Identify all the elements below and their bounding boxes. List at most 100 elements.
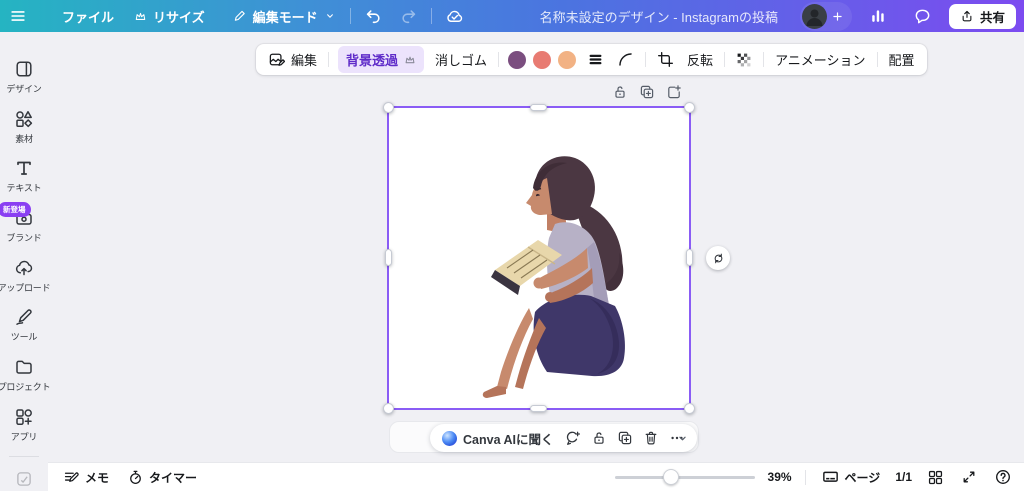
resize-handle-top[interactable] [530, 104, 547, 111]
pen-tool-icon [14, 307, 34, 327]
zoom-slider-track [614, 476, 755, 479]
file-menu-button[interactable]: ファイル [52, 0, 124, 32]
resize-handle-bottom-left[interactable] [383, 403, 394, 414]
selection-quick-actions [612, 84, 682, 100]
crown-icon [404, 54, 416, 66]
undo-button[interactable] [355, 0, 391, 32]
eraser-label: 消しゴム [435, 53, 488, 68]
resize-handle-left[interactable] [385, 249, 392, 266]
plus-icon [831, 10, 844, 23]
fullscreen-button[interactable] [959, 463, 979, 491]
divider [763, 52, 765, 67]
divider [430, 8, 432, 24]
sidebar-item-label: アプリ [10, 431, 38, 442]
duplicate-button-floating[interactable] [617, 430, 633, 446]
sidebar-item-design[interactable]: デザイン [0, 52, 48, 102]
delete-button[interactable] [643, 430, 659, 446]
divider [349, 8, 351, 24]
edit-image-label: 編集 [291, 53, 318, 68]
crop-button[interactable] [655, 47, 676, 72]
folder-icon [14, 357, 34, 377]
grid-view-button[interactable] [925, 463, 946, 491]
sidebar-item-projects[interactable]: プロジェクト [0, 350, 51, 400]
apps-icon [14, 407, 34, 427]
hamburger-menu-button[interactable] [0, 0, 36, 32]
animation-label: アニメーション [775, 53, 866, 68]
help-icon [994, 468, 1012, 486]
canvas-page[interactable] [383, 102, 695, 414]
grid-view-icon [927, 469, 944, 486]
share-button[interactable]: 共有 [948, 3, 1016, 29]
ask-canva-ai-button[interactable]: Canva AIに聞く [442, 429, 554, 448]
color-swatch-purple[interactable] [508, 50, 527, 69]
resize-handle-top-left[interactable] [383, 102, 394, 113]
notes-icon [63, 469, 80, 486]
chevron-down-icon [676, 432, 689, 445]
lock-button[interactable] [612, 84, 628, 100]
sidebar-item-partial[interactable] [0, 466, 48, 491]
notes-button[interactable]: メモ [56, 463, 116, 491]
zoom-slider-knob[interactable] [662, 469, 679, 485]
resize-handle-bottom-right[interactable] [684, 403, 695, 414]
notes-label: メモ [85, 470, 110, 485]
rotate-handle[interactable] [706, 246, 730, 270]
sidebar-item-brand[interactable]: 新登場 ブランド [0, 201, 48, 251]
resize-handle-top-right[interactable] [684, 102, 695, 113]
topbar-right: 名称未設定のデザイン - Instagramの投稿 共有 [540, 0, 1024, 32]
curve-button[interactable] [615, 47, 636, 72]
sidebar-item-elements[interactable]: 素材 [0, 102, 48, 152]
magic-edit-icon [15, 470, 33, 488]
color-swatch-peach[interactable] [558, 50, 577, 69]
help-button[interactable] [992, 463, 1014, 491]
zoom-slider[interactable] [614, 469, 755, 485]
speech-bubble-icon [913, 7, 932, 26]
invite-members-button[interactable] [799, 1, 852, 31]
cloud-save-status-button[interactable] [436, 0, 473, 32]
resize-handle-bottom[interactable] [530, 405, 547, 412]
redo-button[interactable] [391, 0, 427, 32]
resize-button[interactable]: リサイズ [124, 0, 215, 32]
duplicate-button[interactable] [639, 84, 655, 100]
sidebar-item-apps[interactable]: アプリ [0, 400, 48, 450]
resize-label: リサイズ [153, 9, 205, 25]
position-label: 配置 [888, 53, 915, 68]
export-icon [960, 9, 974, 23]
divider [328, 52, 330, 67]
comments-button[interactable] [904, 0, 941, 32]
color-swatch-coral[interactable] [533, 50, 552, 69]
crown-icon [134, 10, 147, 23]
eraser-button[interactable]: 消しゴム [433, 46, 489, 73]
position-button[interactable]: 配置 [887, 46, 917, 73]
transparency-button[interactable] [734, 48, 754, 72]
flip-button[interactable]: 反転 [685, 46, 715, 73]
animation-button[interactable]: アニメーション [773, 46, 867, 73]
timer-button[interactable]: タイマー [120, 463, 204, 491]
transparency-checkerboard-icon [736, 52, 752, 68]
sidebar-item-tools[interactable]: ツール [0, 300, 48, 350]
lock-button-floating[interactable] [591, 430, 607, 446]
stroke-weight-icon [587, 51, 604, 68]
sidebar-item-uploads[interactable]: アップロード [0, 251, 51, 301]
collapse-toolbar-button[interactable] [671, 427, 693, 449]
background-remove-button[interactable]: 背景透過 [338, 46, 425, 73]
insights-button[interactable] [860, 0, 896, 32]
add-page-button[interactable] [666, 84, 682, 100]
lock-open-icon [612, 84, 628, 100]
edit-mode-button[interactable]: 編集モード [223, 0, 346, 32]
sidebar: デザイン 素材 テキスト 新登場 ブランド アップロード ツール プロジェクト … [0, 32, 51, 491]
canva-ai-icon [442, 430, 457, 446]
canvas-image-woman-reading[interactable] [389, 108, 689, 408]
pencil-icon [233, 9, 247, 23]
add-export-icon [666, 84, 682, 100]
avatar [801, 3, 827, 29]
resize-handle-right[interactable] [686, 249, 693, 266]
comment-button[interactable] [564, 430, 581, 447]
sidebar-item-label: プロジェクト [0, 381, 51, 392]
stroke-weight-button[interactable] [585, 47, 606, 72]
divider [876, 52, 878, 67]
edit-image-button[interactable]: 編集 [266, 46, 319, 73]
comment-plus-icon [564, 430, 581, 447]
pages-view-button[interactable]: ページ [819, 463, 883, 491]
sidebar-item-text[interactable]: テキスト [0, 151, 48, 201]
trash-icon [643, 430, 659, 446]
